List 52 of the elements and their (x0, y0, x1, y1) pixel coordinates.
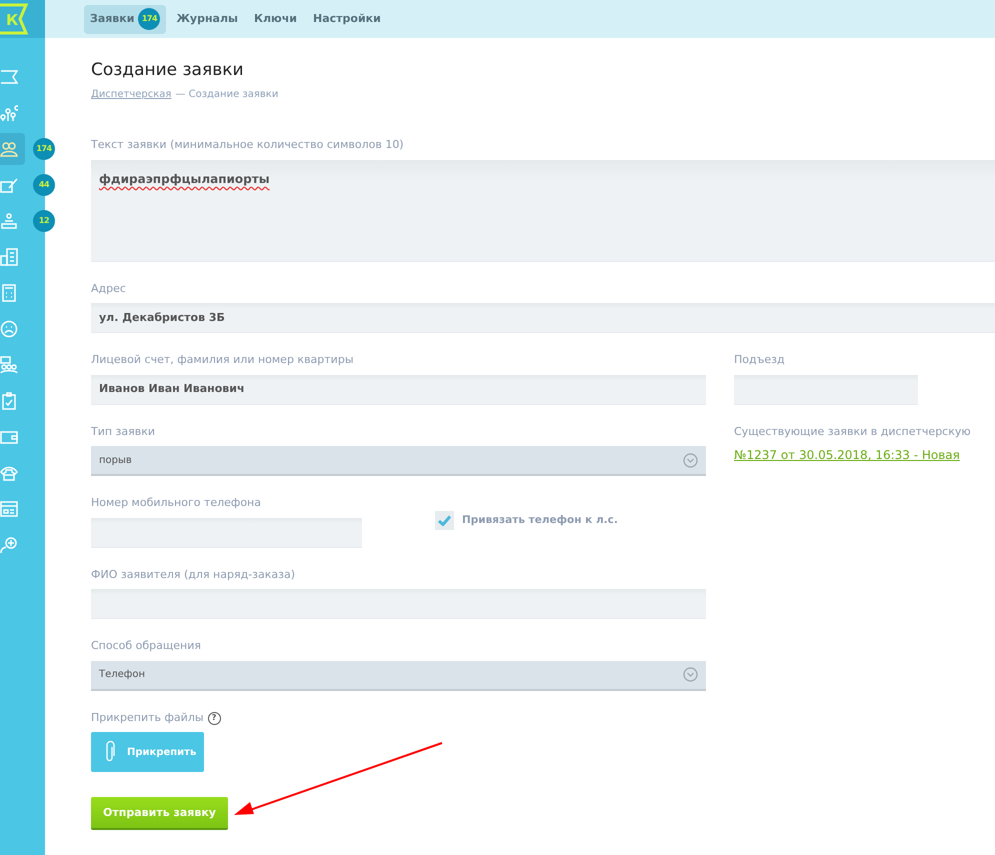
dropdown-value: порыв (99, 454, 132, 468)
nav-tab[interactable]: Журналы (170, 4, 244, 34)
count-badge: 12 (33, 210, 55, 232)
flag-icon (0, 68, 18, 86)
field-label: ФИО заявителя (для наряд-заказа) (91, 566, 296, 583)
field-label: Номер мобильного телефона (91, 495, 262, 512)
reception-desk-icon (0, 212, 18, 230)
nav-tab[interactable]: Настройки (307, 4, 387, 34)
help-icon[interactable]: ? (208, 712, 221, 725)
checkmark-icon (438, 515, 451, 526)
count-badge: 44 (33, 174, 55, 196)
chart-icon (0, 104, 18, 122)
building-icon (0, 248, 18, 266)
chevron-down-icon (683, 667, 698, 682)
text-area[interactable]: фдираэпрфцылапиорты (91, 160, 995, 262)
field-label: Лицевой счет, фамилия или номер квартиры (91, 352, 355, 368)
input-field[interactable] (734, 374, 918, 405)
field-label: Прикрепить файлы (91, 710, 204, 726)
page-title: Создание заявки (91, 60, 245, 80)
add-icon (0, 536, 18, 554)
input-field[interactable] (91, 589, 706, 620)
clipboard-icon (0, 392, 18, 410)
breadcrumb-link[interactable]: Диспетчерская (91, 87, 172, 102)
field-label: Способ обращения (91, 638, 202, 654)
nav-tab[interactable]: Заявки 174 (84, 4, 166, 34)
request-link[interactable]: №1237 от 30.05.2018, 16:33 - Новая (734, 448, 960, 462)
paperclip-icon (105, 741, 115, 764)
checkbox-label: Привязать телефон к л.с. (462, 513, 618, 528)
field-label: Текст заявки (минимальное количество символов 10) (91, 137, 405, 154)
input-field[interactable]: ул. Декабристов 3Б (91, 303, 995, 334)
dropdown-value: Телефон (99, 668, 146, 682)
calculator-icon (0, 284, 18, 302)
people-icon (0, 140, 18, 158)
card-icon (0, 500, 18, 518)
breadcrumb-current: — Создание заявки (175, 88, 278, 102)
checkbox[interactable] (435, 511, 454, 530)
chevron-down-icon (683, 452, 698, 468)
count-badge: 174 (33, 138, 55, 160)
field-label: Тип заявки (91, 424, 156, 440)
field-label: Адрес (91, 280, 127, 297)
dropdown[interactable]: порыв (91, 446, 706, 476)
field-label: Подъезд (734, 352, 786, 368)
dropdown[interactable]: Телефон (91, 660, 706, 691)
nav-tab[interactable]: Ключи (248, 4, 303, 34)
field-label: Существующие заявки в диспетчерскую (734, 424, 972, 440)
input-field[interactable] (91, 518, 362, 548)
group-icon (0, 356, 18, 374)
count-badge: 174 (138, 8, 160, 30)
input-field[interactable]: Иванов Иван Иванович (91, 374, 706, 405)
phone-icon (0, 464, 18, 482)
edit-icon (0, 176, 18, 194)
sad-face-icon (0, 320, 18, 338)
